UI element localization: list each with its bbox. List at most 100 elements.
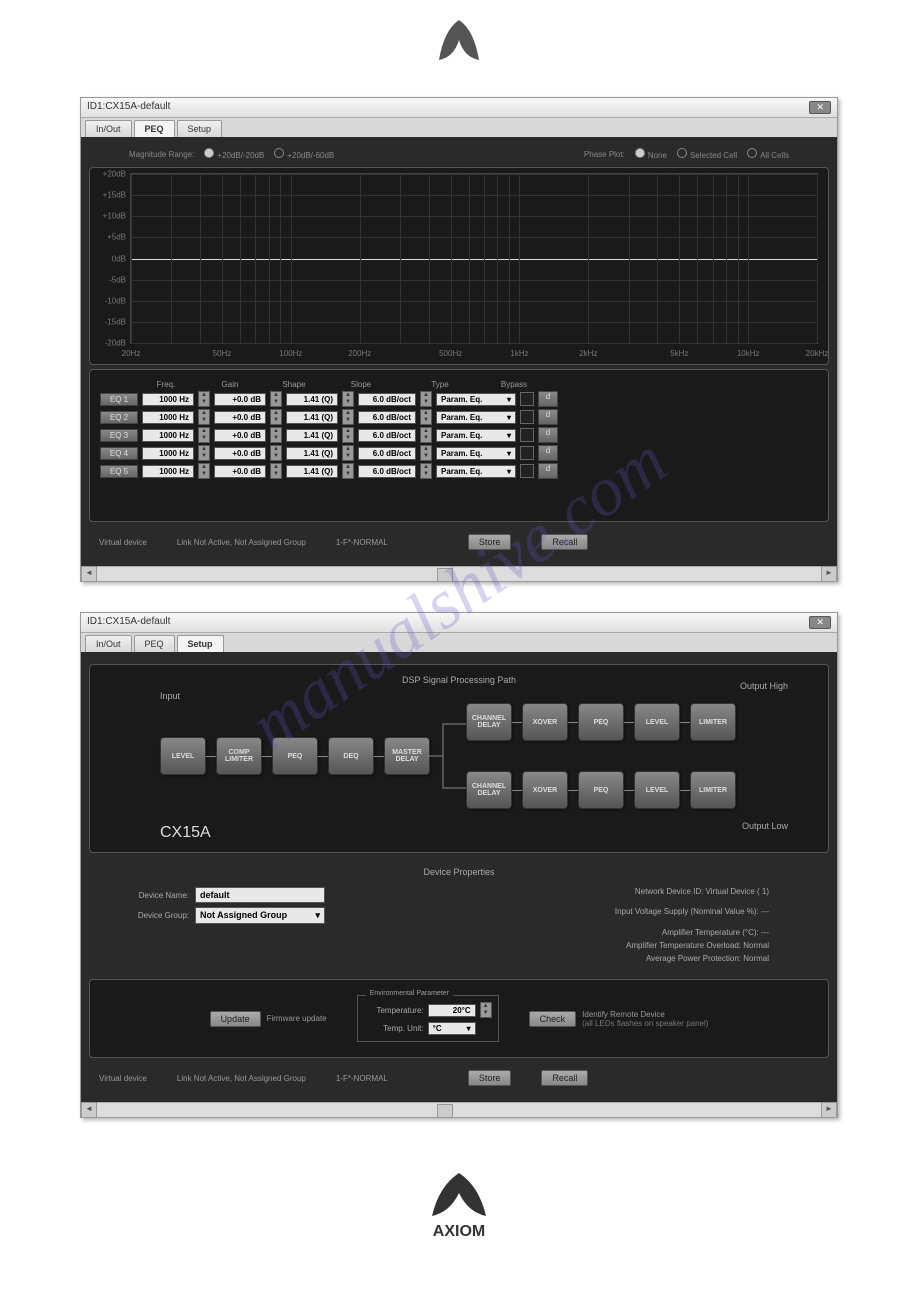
freq-spinner[interactable]: ▲▼ [198,445,210,461]
freq-input[interactable]: 1000 Hz [142,429,194,442]
slope-spinner[interactable]: ▲▼ [420,463,432,479]
shape-input[interactable]: 1.41 (Q) [286,411,338,424]
phase-selected-radio[interactable] [677,148,687,158]
gain-input[interactable]: +0.0 dB [214,447,266,460]
dsp-block[interactable]: LEVEL [634,771,680,809]
freq-input[interactable]: 1000 Hz [142,465,194,478]
gain-spinner[interactable]: ▲▼ [270,463,282,479]
device-name-input[interactable] [195,887,325,903]
eq-band-button[interactable]: EQ 3 [100,429,138,442]
h-scrollbar[interactable]: ◄ ► [81,1102,837,1117]
slope-input[interactable]: 6.0 dB/oct [358,393,416,406]
gain-spinner[interactable]: ▲▼ [270,391,282,407]
gain-input[interactable]: +0.0 dB [214,465,266,478]
tab-inout[interactable]: In/Out [85,635,132,652]
eq-band-button[interactable]: EQ 2 [100,411,138,424]
dsp-block[interactable]: LEVEL [634,703,680,741]
h-scrollbar[interactable]: ◄ ► [81,566,837,581]
dsp-block[interactable]: PEQ [578,771,624,809]
slope-input[interactable]: 6.0 dB/oct [358,465,416,478]
tab-peq[interactable]: PEQ [134,120,175,137]
store-button[interactable]: Store [468,1070,512,1086]
mag-range-20-radio[interactable] [204,148,214,158]
shape-spinner[interactable]: ▲▼ [342,463,354,479]
shape-spinner[interactable]: ▲▼ [342,427,354,443]
default-button[interactable]: d [538,427,558,443]
bypass-checkbox[interactable] [520,464,534,478]
gain-input[interactable]: +0.0 dB [214,411,266,424]
mag-range-60-radio[interactable] [274,148,284,158]
shape-input[interactable]: 1.41 (Q) [286,393,338,406]
dsp-block[interactable]: XOVER [522,771,568,809]
device-group-select[interactable]: Not Assigned Group▾ [195,907,325,924]
bypass-checkbox[interactable] [520,428,534,442]
dsp-block[interactable]: PEQ [272,737,318,775]
temperature-input[interactable] [428,1004,476,1017]
gain-input[interactable]: +0.0 dB [214,393,266,406]
scroll-thumb[interactable] [437,568,453,582]
tab-inout[interactable]: In/Out [85,120,132,137]
default-button[interactable]: d [538,463,558,479]
recall-button[interactable]: Recall [541,534,588,550]
freq-spinner[interactable]: ▲▼ [198,463,210,479]
gain-spinner[interactable]: ▲▼ [270,427,282,443]
scroll-right-icon[interactable]: ► [821,566,837,582]
dsp-block[interactable]: XOVER [522,703,568,741]
shape-input[interactable]: 1.41 (Q) [286,465,338,478]
dsp-block[interactable]: DEQ [328,737,374,775]
slope-spinner[interactable]: ▲▼ [420,409,432,425]
dsp-block[interactable]: PEQ [578,703,624,741]
store-button[interactable]: Store [468,534,512,550]
close-button[interactable]: ✕ [809,101,831,114]
shape-spinner[interactable]: ▲▼ [342,391,354,407]
dsp-block[interactable]: LIMITER [690,703,736,741]
gain-input[interactable]: +0.0 dB [214,429,266,442]
eq-band-button[interactable]: EQ 5 [100,465,138,478]
phase-all-radio[interactable] [747,148,757,158]
shape-spinner[interactable]: ▲▼ [342,445,354,461]
bypass-checkbox[interactable] [520,446,534,460]
slope-input[interactable]: 6.0 dB/oct [358,411,416,424]
shape-input[interactable]: 1.41 (Q) [286,429,338,442]
dsp-block[interactable]: MASTERDELAY [384,737,430,775]
dsp-block[interactable]: CHANNELDELAY [466,771,512,809]
slope-spinner[interactable]: ▲▼ [420,391,432,407]
type-select[interactable]: Param. Eq.▾ [436,393,516,406]
scroll-right-icon[interactable]: ► [821,1102,837,1118]
tab-setup[interactable]: Setup [177,635,224,652]
type-select[interactable]: Param. Eq.▾ [436,429,516,442]
temp-spinner[interactable]: ▲▼ [480,1002,492,1018]
default-button[interactable]: d [538,445,558,461]
slope-input[interactable]: 6.0 dB/oct [358,447,416,460]
gain-spinner[interactable]: ▲▼ [270,409,282,425]
freq-input[interactable]: 1000 Hz [142,447,194,460]
temp-unit-select[interactable]: °C▾ [428,1022,476,1035]
default-button[interactable]: d [538,391,558,407]
freq-input[interactable]: 1000 Hz [142,393,194,406]
slope-input[interactable]: 6.0 dB/oct [358,429,416,442]
phase-none-radio[interactable] [635,148,645,158]
type-select[interactable]: Param. Eq.▾ [436,411,516,424]
gain-spinner[interactable]: ▲▼ [270,445,282,461]
freq-spinner[interactable]: ▲▼ [198,391,210,407]
bypass-checkbox[interactable] [520,392,534,406]
check-button[interactable]: Check [529,1011,577,1027]
dsp-block[interactable]: LEVEL [160,737,206,775]
shape-spinner[interactable]: ▲▼ [342,409,354,425]
tab-peq[interactable]: PEQ [134,635,175,652]
eq-band-button[interactable]: EQ 4 [100,447,138,460]
type-select[interactable]: Param. Eq.▾ [436,465,516,478]
dsp-block[interactable]: CHANNELDELAY [466,703,512,741]
scroll-thumb[interactable] [437,1104,453,1118]
dsp-block[interactable]: LIMITER [690,771,736,809]
slope-spinner[interactable]: ▲▼ [420,445,432,461]
freq-spinner[interactable]: ▲▼ [198,409,210,425]
bypass-checkbox[interactable] [520,410,534,424]
freq-spinner[interactable]: ▲▼ [198,427,210,443]
scroll-left-icon[interactable]: ◄ [81,1102,97,1118]
close-button[interactable]: ✕ [809,616,831,629]
tab-setup[interactable]: Setup [177,120,223,137]
type-select[interactable]: Param. Eq.▾ [436,447,516,460]
eq-band-button[interactable]: EQ 1 [100,393,138,406]
dsp-block[interactable]: COMPLIMITER [216,737,262,775]
